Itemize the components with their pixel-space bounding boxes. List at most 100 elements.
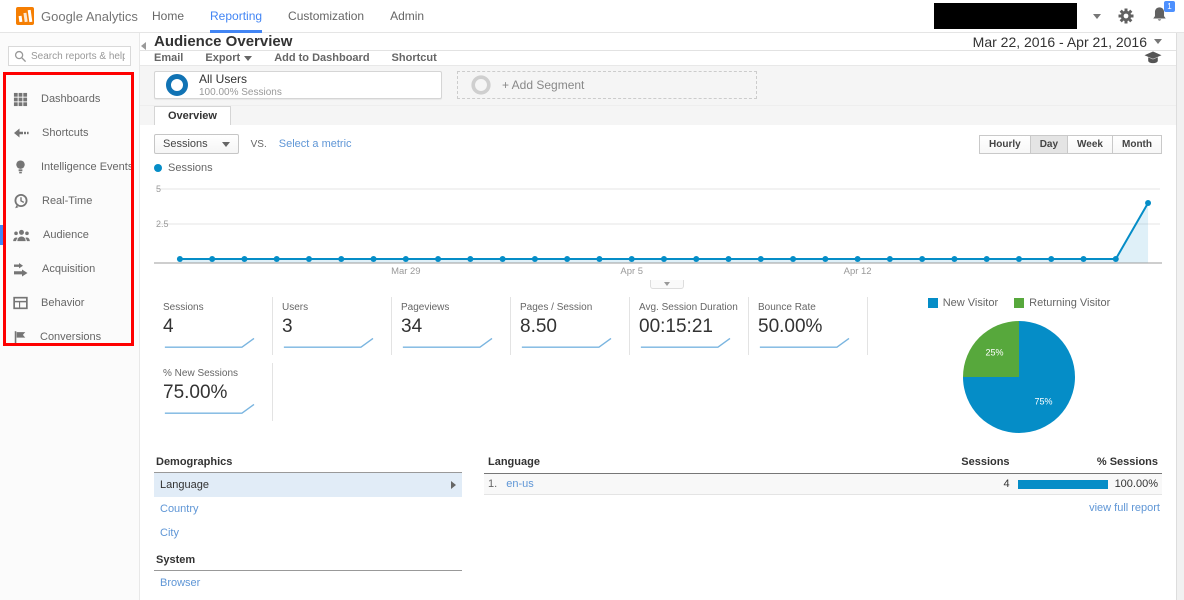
svg-text:5: 5 (156, 184, 161, 194)
date-range-selector[interactable]: Mar 22, 2016 - Apr 21, 2016 (973, 34, 1162, 50)
scorecard-pageviews[interactable]: Pageviews 34 (392, 297, 511, 355)
date-range-label: Mar 22, 2016 - Apr 21, 2016 (972, 33, 1147, 50)
sidebar-item-conversions[interactable]: Conversions (0, 320, 139, 354)
sidebar-item-acquisition[interactable]: Acquisition (0, 252, 139, 286)
main-content: Audience Overview Mar 22, 2016 - Apr 21,… (140, 33, 1184, 600)
scorecard-new-sessions[interactable]: % New Sessions 75.00% (154, 363, 273, 421)
dimension-language[interactable]: Language (154, 473, 462, 497)
nav-reporting[interactable]: Reporting (210, 0, 262, 33)
tab-row: Overview (140, 106, 1176, 125)
sidebar-item-label: Dashboards (41, 93, 101, 105)
shortcut-button[interactable]: Shortcut (392, 52, 437, 64)
scorecard-avg-session-duration[interactable]: Avg. Session Duration 00:15:21 (630, 297, 749, 355)
export-button[interactable]: Export (205, 52, 253, 64)
sparkline (402, 337, 493, 348)
dimension-country[interactable]: Country (154, 497, 462, 521)
sidebar-item-shortcuts[interactable]: Shortcuts (0, 116, 139, 150)
scorecard-value: 4 (163, 316, 174, 337)
nav-customization[interactable]: Customization (288, 0, 364, 33)
sidebar-item-label: Audience (43, 229, 89, 241)
stats-section: Sessions 4 Users 3 Pageviews 34 Pages / … (140, 283, 1176, 437)
account-selector-redacted[interactable] (934, 3, 1077, 29)
sidebar-item-dashboards[interactable]: Dashboards (0, 82, 139, 116)
col-pct-sessions[interactable]: % Sessions (1013, 453, 1162, 474)
notification-count-badge: 1 (1164, 1, 1175, 12)
svg-text:25%: 25% (985, 347, 1003, 357)
gear-icon[interactable] (1117, 7, 1135, 25)
notifications-bell[interactable]: 1 (1151, 1, 1175, 26)
dimension-operating-system[interactable]: Operating System (154, 595, 462, 600)
language-link[interactable]: en-us (506, 478, 534, 490)
pie-legend: New Visitor Returning Visitor (927, 297, 1110, 309)
sidebar-item-intelligence-events[interactable]: Intelligence Events (0, 150, 139, 184)
scorecard-label: Avg. Session Duration (639, 302, 738, 313)
tab-overview[interactable]: Overview (154, 106, 231, 125)
sidebar-item-label: Shortcuts (42, 127, 89, 139)
sidebar-item-audience[interactable]: Audience (0, 218, 139, 252)
add-segment-label: + Add Segment (502, 78, 585, 92)
scorecard-row-1: Sessions 4 Users 3 Pageviews 34 Pages / … (154, 297, 876, 355)
analytics-logo-icon (16, 7, 34, 25)
scorecard-users[interactable]: Users 3 (273, 297, 392, 355)
sessions-line-chart[interactable]: 2.5 5 Mar 29 Apr 5 Apr 12 (140, 176, 1176, 289)
granularity-month[interactable]: Month (1112, 134, 1162, 154)
segment-all-users[interactable]: All Users 100.00% Sessions (154, 71, 442, 99)
sidebar-search[interactable] (8, 46, 131, 66)
sidebar-collapse-icon[interactable] (141, 42, 146, 50)
col-language[interactable]: Language (484, 453, 942, 474)
sparkline (521, 337, 612, 348)
add-segment-button[interactable]: + Add Segment (457, 71, 757, 99)
search-input[interactable] (31, 50, 125, 62)
bottom-section: Demographics Language Country City Syste… (140, 437, 1176, 600)
scorecard-sessions[interactable]: Sessions 4 (154, 297, 273, 355)
select-a-metric-link[interactable]: Select a metric (279, 138, 352, 150)
scorecard-value: 00:15:21 (639, 316, 713, 337)
sessions-legend-label: Sessions (168, 162, 213, 174)
granularity-week[interactable]: Week (1067, 134, 1113, 154)
granularity-hourly[interactable]: Hourly (979, 134, 1031, 154)
topbar-right: 1 (934, 1, 1184, 29)
legend-label: New Visitor (942, 297, 999, 309)
nav-home[interactable]: Home (152, 0, 184, 33)
scorecard-label: Sessions (163, 302, 204, 313)
scorecard-pages-per-session[interactable]: Pages / Session 8.50 (511, 297, 630, 355)
scorecard-value: 3 (282, 316, 293, 337)
scorecard-value: 8.50 (520, 316, 557, 337)
add-to-dashboard-button[interactable]: Add to Dashboard (274, 52, 369, 64)
granularity-day[interactable]: Day (1029, 134, 1069, 154)
nav-admin[interactable]: Admin (390, 0, 424, 33)
page-title: Audience Overview (154, 33, 293, 50)
shortcut-arrow-icon (14, 128, 29, 138)
metric-controls: Sessions VS. Select a metric Hourly Day … (140, 125, 1176, 158)
svg-text:75%: 75% (1035, 397, 1053, 407)
metric-select-dropdown[interactable]: Sessions (154, 134, 239, 154)
col-sessions[interactable]: Sessions (941, 453, 1014, 474)
visitor-pie-chart[interactable]: 75% 25% (959, 317, 1079, 437)
dimension-city[interactable]: City (154, 521, 462, 545)
dimension-browser[interactable]: Browser (154, 571, 462, 595)
vertical-scrollbar[interactable] (1176, 33, 1184, 600)
sparkline (759, 337, 850, 348)
graduation-cap-icon[interactable] (1144, 51, 1162, 65)
email-button[interactable]: Email (154, 52, 183, 64)
view-full-report-link[interactable]: view full report (1089, 502, 1160, 514)
line-chart-legend: Sessions (140, 158, 1176, 176)
sidebar-item-label: Real-Time (42, 195, 93, 207)
scorecard-value: 50.00% (758, 316, 823, 337)
sidebar-item-behavior[interactable]: Behavior (0, 286, 139, 320)
table-row: 1. en-us 4 100.00% (484, 473, 1162, 495)
window-icon (13, 296, 28, 310)
row-rank: 1. (488, 478, 498, 490)
chevron-right-icon (451, 481, 456, 489)
export-label: Export (205, 52, 241, 64)
account-chevron-down-icon[interactable] (1093, 13, 1101, 19)
scorecard-value: 75.00% (163, 382, 228, 403)
demographics-header: Demographics (154, 453, 462, 473)
annotations-expander[interactable] (650, 280, 684, 289)
report-header: Audience Overview Mar 22, 2016 - Apr 21,… (140, 33, 1176, 51)
sidebar-item-real-time[interactable]: Real-Time (0, 184, 139, 218)
metric-chevron-down-icon (221, 141, 230, 147)
google-analytics-logo[interactable]: Google Analytics (0, 7, 140, 25)
scorecard-bounce-rate[interactable]: Bounce Rate 50.00% (749, 297, 868, 355)
scorecard-label: Pages / Session (520, 302, 593, 313)
